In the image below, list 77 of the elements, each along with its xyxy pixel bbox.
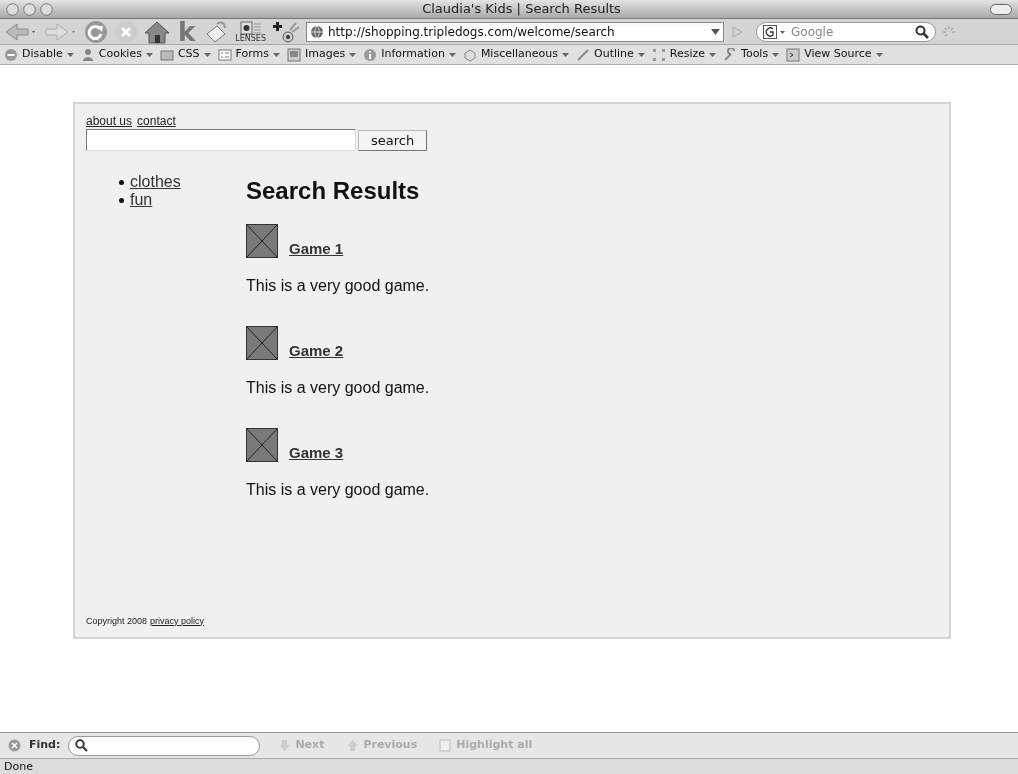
toolbar-toggle-icon[interactable] xyxy=(990,3,1012,15)
toolbar-menu[interactable]: Resize xyxy=(651,46,717,63)
search-icon xyxy=(75,739,89,752)
dropdown-caret-icon[interactable] xyxy=(711,27,720,36)
globe-icon xyxy=(310,24,324,39)
back-arrow-icon[interactable] xyxy=(4,20,38,43)
toolbar-menu[interactable]: Forms xyxy=(217,46,280,63)
disable-icon xyxy=(4,47,18,62)
top-link[interactable]: about us xyxy=(86,114,133,128)
go-arrow-icon[interactable] xyxy=(730,24,744,39)
bullet-icon xyxy=(119,179,124,185)
result-title-link[interactable]: Game 1 xyxy=(289,240,344,258)
toolbar-menu[interactable]: Images xyxy=(287,46,357,63)
caret-icon xyxy=(273,51,280,58)
copyright-text: Copyright 2008 xyxy=(86,614,148,628)
lenses-button[interactable]: LENSES xyxy=(235,20,266,43)
result-description: This is a very good game. xyxy=(246,378,430,398)
plus-gear-icon[interactable] xyxy=(272,19,300,44)
resize-arrows-icon xyxy=(651,47,666,62)
broken-image-icon xyxy=(246,428,278,462)
toolbar-menu[interactable]: Miscellaneous xyxy=(462,46,569,63)
caret-icon xyxy=(145,51,153,58)
source-page-icon xyxy=(786,47,801,62)
privacy-link[interactable]: privacy policy xyxy=(150,614,205,628)
search-engine-icon xyxy=(763,24,787,39)
caret-icon xyxy=(772,51,780,58)
window-control-icon[interactable] xyxy=(23,2,36,16)
info-icon xyxy=(363,47,378,62)
page-icon xyxy=(439,739,453,752)
toolbar-menu[interactable]: Information xyxy=(363,46,456,63)
bullet-icon xyxy=(119,197,124,203)
result-description: This is a very good game. xyxy=(246,276,430,296)
find-field[interactable] xyxy=(68,735,261,756)
toolbar-menu[interactable]: View Source xyxy=(786,46,883,63)
toolbar-menu[interactable]: Outline xyxy=(576,46,645,63)
category-link[interactable]: clothes xyxy=(130,173,181,191)
top-link[interactable]: contact xyxy=(137,114,176,128)
search-input[interactable] xyxy=(86,129,356,151)
caret-icon xyxy=(875,51,883,58)
category-link[interactable]: fun xyxy=(130,191,153,209)
stylesheet-icon xyxy=(159,47,174,62)
toolbar-menu[interactable]: CSS xyxy=(159,46,211,63)
caret-icon xyxy=(66,51,74,58)
address-field[interactable]: http://shopping.tripledogs.com/welcome/search xyxy=(306,21,724,42)
close-icon[interactable] xyxy=(8,739,21,752)
caret-icon xyxy=(448,51,456,58)
image-icon xyxy=(287,47,301,62)
search-icon xyxy=(915,24,929,39)
caret-icon xyxy=(637,51,645,58)
window-control-icon[interactable] xyxy=(40,2,53,16)
stop-icon[interactable] xyxy=(114,19,138,44)
activity-spinner-icon xyxy=(942,24,956,39)
caret-icon xyxy=(203,51,211,58)
window-title: Claudia's Kids | Search Results xyxy=(421,0,622,19)
status-text: Done xyxy=(4,761,33,772)
reload-icon[interactable] xyxy=(84,19,108,44)
toolbar-menu[interactable]: Disable xyxy=(4,46,74,63)
result-description: This is a very good game. xyxy=(246,480,430,500)
window-control-icon[interactable] xyxy=(6,2,19,16)
broken-image-icon xyxy=(246,224,278,258)
search-field[interactable]: Google xyxy=(756,21,936,42)
home-icon[interactable] xyxy=(144,19,170,44)
find-label: Find: xyxy=(29,737,61,754)
toolbar-menu[interactable]: Cookies xyxy=(80,46,153,63)
search-button[interactable]: search xyxy=(358,129,428,151)
page-heading: Search Results xyxy=(246,176,421,206)
caret-icon xyxy=(562,51,569,58)
broken-image-icon xyxy=(246,326,278,360)
up-arrow-icon xyxy=(346,739,360,752)
toolbar-menu[interactable]: Tools xyxy=(723,46,780,63)
person-icon xyxy=(80,47,95,62)
form-icon xyxy=(217,47,232,62)
down-arrow-icon xyxy=(278,739,292,752)
caret-icon xyxy=(709,51,717,58)
caret-icon xyxy=(349,51,357,58)
result-title-link[interactable]: Game 3 xyxy=(289,444,344,462)
result-title-link[interactable]: Game 2 xyxy=(289,342,344,360)
